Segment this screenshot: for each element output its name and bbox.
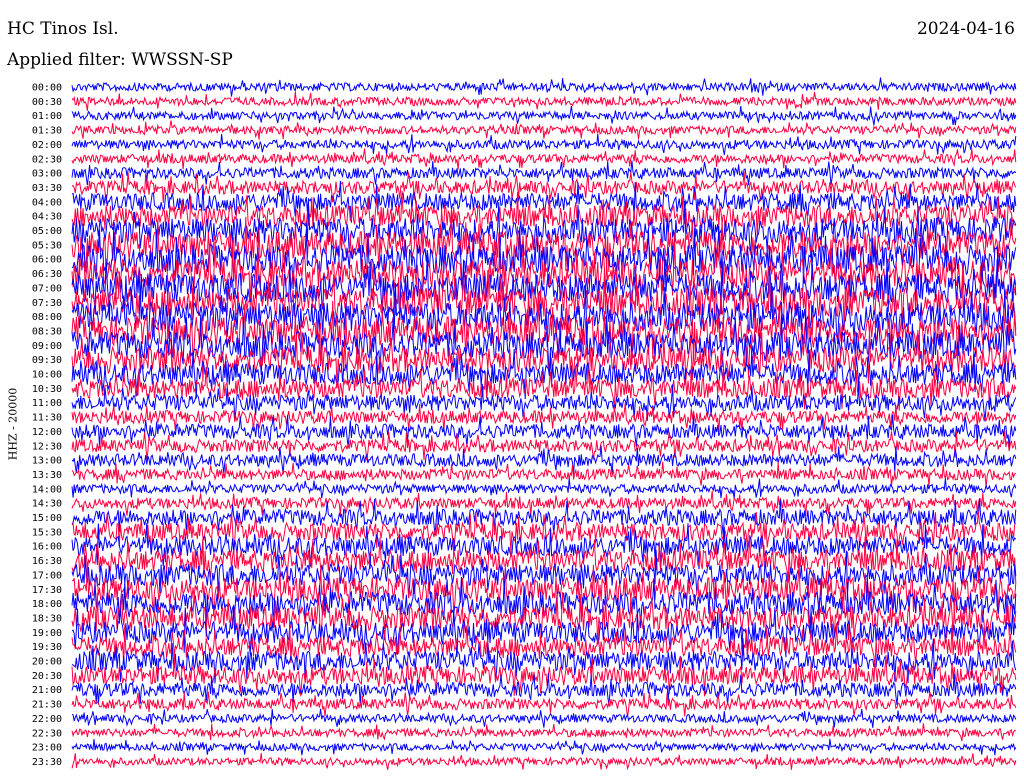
seismic-trace-1400 xyxy=(71,478,1017,499)
time-tick-label: 12:00 xyxy=(32,427,62,438)
time-tick-label: 00:30 xyxy=(32,97,62,108)
time-tick-label: 09:00 xyxy=(32,341,62,352)
time-tick-label: 04:30 xyxy=(32,212,62,223)
time-tick-label: 18:00 xyxy=(32,599,62,610)
time-tick-label: 13:00 xyxy=(32,456,62,467)
time-tick-label: 05:00 xyxy=(32,226,62,237)
seismic-trace-2300 xyxy=(71,738,1017,756)
time-tick-label: 15:30 xyxy=(32,527,62,538)
time-tick-label: 02:30 xyxy=(32,154,62,165)
time-tick-label: 17:30 xyxy=(32,585,62,596)
seismic-trace-2330 xyxy=(71,752,1017,771)
seismic-trace-0230 xyxy=(71,148,1017,170)
time-tick-label: 11:30 xyxy=(32,413,62,424)
time-tick-label: 15:00 xyxy=(32,513,62,524)
time-tick-label: 03:30 xyxy=(32,183,62,194)
time-tick-label: 19:00 xyxy=(32,628,62,639)
time-tick-label: 01:00 xyxy=(32,111,62,122)
time-tick-label: 04:00 xyxy=(32,197,62,208)
time-tick-label: 16:00 xyxy=(32,542,62,553)
time-tick-label: 12:30 xyxy=(32,441,62,452)
seismic-trace-0030 xyxy=(71,91,1017,111)
time-tick-label: 23:00 xyxy=(32,743,62,754)
time-tick-label: 21:00 xyxy=(32,685,62,696)
time-tick-label: 08:30 xyxy=(32,326,62,337)
helicorder-plot: 00:00 00:30 01:00 01:30 02:00 02:30 03:00 03:30… xyxy=(32,77,1017,771)
time-tick-label: 05:30 xyxy=(32,240,62,251)
time-tick-label: 21:30 xyxy=(32,700,62,711)
time-tick-label: 14:30 xyxy=(32,499,62,510)
time-tick-label: 14:00 xyxy=(32,484,62,495)
time-tick-label: 08:00 xyxy=(32,312,62,323)
seismic-trace-1330 xyxy=(71,461,1017,487)
time-tick-label: 22:30 xyxy=(32,728,62,739)
time-tick-label: 06:30 xyxy=(32,269,62,280)
seismic-trace-2130 xyxy=(71,691,1017,717)
trace-group xyxy=(71,77,1017,771)
time-tick-label: 06:00 xyxy=(32,255,62,266)
time-tick-label: 20:30 xyxy=(32,671,62,682)
time-tick-label: 13:30 xyxy=(32,470,62,481)
time-tick-label: 01:30 xyxy=(32,126,62,137)
seismic-trace-1300 xyxy=(71,445,1017,475)
time-tick-label: 23:30 xyxy=(32,757,62,768)
time-tick-label: 16:30 xyxy=(32,556,62,567)
time-tick-label: 00:00 xyxy=(32,83,62,94)
time-tick-labels: 00:00 00:30 01:00 01:30 02:00 02:30 03:00 03:30… xyxy=(32,83,62,768)
seismic-trace-0100 xyxy=(71,105,1017,126)
time-tick-label: 10:00 xyxy=(32,370,62,381)
seismic-trace-2200 xyxy=(71,708,1017,728)
time-tick-label: 10:30 xyxy=(32,384,62,395)
time-tick-label: 19:30 xyxy=(32,642,62,653)
time-tick-label: 03:00 xyxy=(32,169,62,180)
time-tick-label: 11:00 xyxy=(32,398,62,409)
seismic-trace-0300 xyxy=(71,160,1017,186)
time-tick-label: 18:30 xyxy=(32,613,62,624)
seismic-trace-0000 xyxy=(71,77,1017,97)
time-tick-label: 17:00 xyxy=(32,570,62,581)
time-tick-label: 07:30 xyxy=(32,298,62,309)
time-tick-label: 20:00 xyxy=(32,657,62,668)
time-tick-label: 22:00 xyxy=(32,714,62,725)
time-tick-label: 07:00 xyxy=(32,283,62,294)
time-tick-label: 02:00 xyxy=(32,140,62,151)
time-tick-label: 09:30 xyxy=(32,355,62,366)
seismic-trace-1430 xyxy=(71,490,1017,516)
